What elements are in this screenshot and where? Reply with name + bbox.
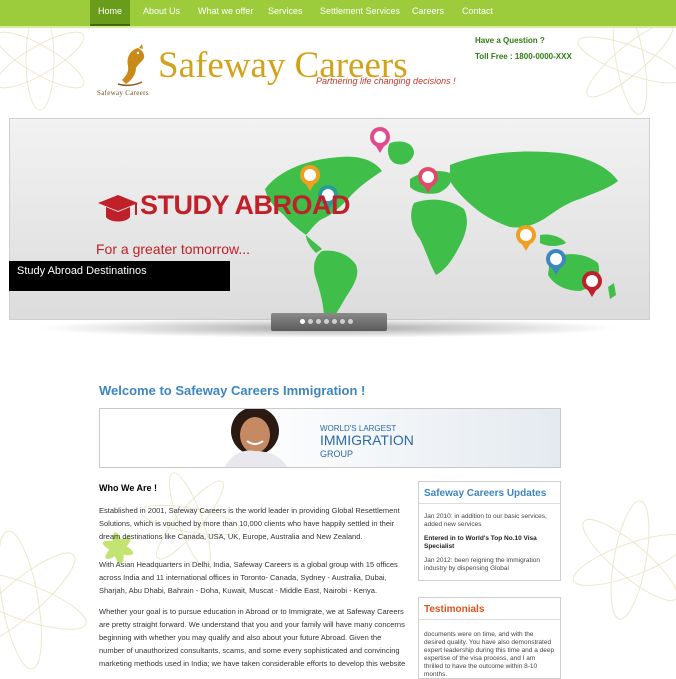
slide-dot[interactable] — [316, 319, 321, 324]
updates-box: Safeway Careers Updates Jan 2010: in add… — [418, 481, 561, 581]
nav-services[interactable]: Services — [268, 0, 303, 24]
nav-about-us[interactable]: About Us — [143, 0, 180, 24]
testimonials-box: Testimonials documents were on time, and… — [418, 597, 561, 679]
top-nav: Home About Us What we offer Services Set… — [0, 0, 676, 26]
slide-dot[interactable] — [324, 319, 329, 324]
horse-logo-icon[interactable] — [112, 44, 152, 88]
slide-dot[interactable] — [340, 319, 345, 324]
testimonial-text: documents were on time, and with the des… — [424, 631, 555, 678]
updates-title: Safeway Careers Updates — [419, 482, 560, 504]
slider-pagination — [271, 313, 387, 331]
welcome-heading: Welcome to Safeway Careers Immigration ! — [99, 383, 366, 398]
map-pin-icon — [582, 271, 602, 297]
woman-photo — [225, 409, 287, 467]
update-item[interactable]: Jan 2010: in addition to our basic servi… — [419, 510, 560, 532]
logo-caption: Safeway Careers — [97, 89, 149, 97]
graduation-cap-icon — [98, 195, 138, 222]
nav-careers[interactable]: Careers — [412, 0, 444, 24]
nav-home[interactable]: Home — [90, 0, 130, 26]
immigration-banner[interactable]: WORLD'S LARGEST IMMIGRATION GROUP — [99, 408, 561, 468]
banner-line-3: GROUP — [320, 449, 354, 459]
nav-contact[interactable]: Contact — [462, 0, 493, 24]
nav-underline — [0, 26, 676, 28]
slide-dot[interactable] — [308, 319, 313, 324]
question-text: Have a Question ? — [475, 36, 545, 45]
nav-what-we-offer[interactable]: What we offer — [198, 0, 253, 24]
tagline: Partnering life changing decisions ! — [316, 76, 456, 86]
slide-caption[interactable]: Study Abroad Destinatinos — [9, 261, 230, 291]
update-item[interactable]: Jan 2012: been reigning the immigration … — [419, 554, 560, 576]
study-abroad-subheading: For a greater tomorrow... — [96, 241, 251, 257]
intro-paragraph: Established in 2001, Safeway Careers is … — [99, 506, 400, 541]
slide-dot[interactable] — [348, 319, 353, 324]
testimonials-title: Testimonials — [419, 598, 560, 620]
map-pin-icon — [370, 127, 390, 153]
offices-paragraph: With Asian Headquarters in Delhi, India,… — [99, 560, 398, 595]
slide-caption-text: Study Abroad Destinatinos — [17, 265, 147, 277]
map-pin-icon — [516, 225, 536, 251]
goal-paragraph: Whether your goal is to pursue education… — [99, 607, 406, 668]
toll-free-number: Toll Free : 1800-0000-XXX — [475, 52, 572, 61]
slide-dot[interactable] — [332, 319, 337, 324]
update-item[interactable]: Entered in to World's Top No.10 Visa Spe… — [419, 532, 560, 554]
nav-settlement-services[interactable]: Settlement Services — [320, 0, 400, 24]
slide-dot[interactable] — [300, 319, 305, 324]
who-we-are-heading: Who We Are ! — [99, 483, 157, 493]
study-abroad-heading: STUDY ABROAD — [140, 190, 351, 220]
banner-line-2: IMMIGRATION — [320, 432, 414, 448]
